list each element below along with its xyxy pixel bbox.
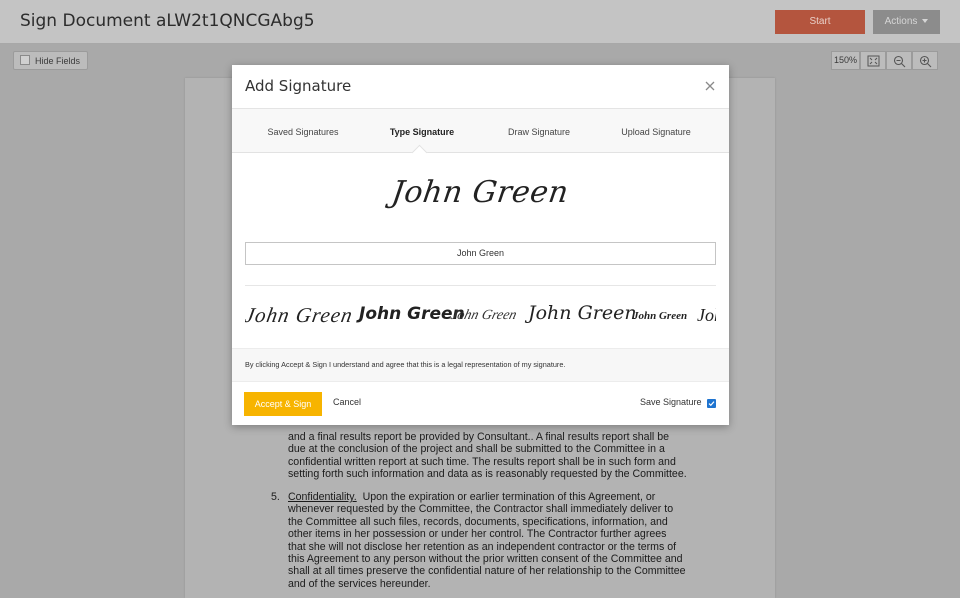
clause-5-number: 5. bbox=[271, 491, 280, 503]
close-icon[interactable] bbox=[702, 78, 718, 94]
chevron-down-icon bbox=[922, 19, 929, 24]
zoom-out-icon bbox=[893, 55, 906, 68]
actions-label: Actions bbox=[884, 16, 918, 27]
signature-style-option[interactable]: John Green bbox=[245, 303, 355, 328]
actions-button[interactable]: Actions bbox=[873, 10, 940, 34]
cancel-button[interactable]: Cancel bbox=[333, 397, 361, 407]
doc-line: setting forth such information and data … bbox=[288, 468, 687, 481]
signature-style-option[interactable]: John Green bbox=[633, 310, 687, 322]
hide-fields-label: Hide Fields bbox=[35, 56, 81, 66]
hide-fields-checkbox[interactable] bbox=[20, 55, 30, 65]
signature-style-option[interactable]: John bbox=[697, 305, 716, 326]
signature-style-option[interactable]: John Green bbox=[449, 308, 518, 324]
legal-notice: By clicking Accept & Sign I understand a… bbox=[232, 348, 729, 382]
zoom-in-button[interactable] bbox=[912, 51, 938, 70]
fit-page-icon bbox=[867, 55, 880, 67]
page-title: Sign Document aLW2t1QNCGAbg5 bbox=[20, 11, 315, 31]
doc-line: and a final results report be provided b… bbox=[288, 431, 670, 443]
save-signature-checkbox[interactable] bbox=[707, 399, 716, 408]
doc-line: whenever requested by the Committee, the… bbox=[288, 503, 674, 516]
doc-line: that she will not disclose her retention… bbox=[288, 540, 677, 553]
signature-preview: John Green bbox=[232, 175, 729, 210]
fit-page-button[interactable] bbox=[860, 51, 886, 70]
top-bar: Sign Document aLW2t1QNCGAbg5 Start Actio… bbox=[0, 0, 960, 44]
check-icon bbox=[708, 401, 715, 407]
start-button[interactable]: Start bbox=[775, 10, 865, 34]
clause-4-text: and a final results report be provided b… bbox=[288, 431, 688, 481]
zoom-out-button[interactable] bbox=[886, 51, 912, 70]
signature-style-options: John Green John Green John Green John Gr… bbox=[245, 297, 716, 333]
zoom-level: 150% bbox=[831, 51, 860, 70]
tab-type-signature[interactable]: Type Signature bbox=[382, 127, 462, 137]
tab-draw-signature[interactable]: Draw Signature bbox=[502, 127, 576, 137]
clause-5-heading: Confidentiality. bbox=[288, 491, 357, 503]
clause-5-text: Confidentiality. Upon the expiration or … bbox=[288, 491, 688, 590]
doc-line: this Agreement to any person without the… bbox=[288, 553, 683, 566]
add-signature-modal: Add Signature Saved Signatures Type Sign… bbox=[232, 65, 729, 425]
signature-tabs: Saved Signatures Type Signature Draw Sig… bbox=[232, 109, 729, 153]
save-signature-label: Save Signature bbox=[640, 397, 702, 407]
hide-fields-toggle[interactable]: Hide Fields bbox=[13, 51, 89, 70]
doc-line: shall at all times preserve the confiden… bbox=[288, 565, 686, 578]
divider bbox=[245, 285, 716, 286]
tab-upload-signature[interactable]: Upload Signature bbox=[615, 127, 697, 137]
signature-name-input[interactable]: John Green bbox=[245, 242, 716, 265]
doc-line: confidential written report at such time… bbox=[288, 455, 676, 468]
tab-saved-signatures[interactable]: Saved Signatures bbox=[267, 127, 339, 137]
doc-line: due at the conclusion of the project and… bbox=[288, 443, 665, 456]
doc-line: other items in her possession or under h… bbox=[288, 528, 667, 541]
doc-line: and of the services hereunder. bbox=[288, 577, 431, 590]
signature-style-option[interactable]: John Green bbox=[528, 302, 637, 324]
signature-preview-text: John Green bbox=[389, 175, 572, 210]
modal-header: Add Signature bbox=[232, 65, 729, 109]
clause-5-first-line: Upon the expiration or earlier terminati… bbox=[362, 491, 656, 503]
doc-line: the Committee all such files, records, d… bbox=[288, 515, 668, 528]
modal-title: Add Signature bbox=[245, 77, 352, 95]
zoom-in-icon bbox=[919, 55, 932, 68]
accept-and-sign-button[interactable]: Accept & Sign bbox=[244, 392, 322, 416]
doc-line: Confidentiality. Upon the expiration or … bbox=[288, 491, 688, 503]
